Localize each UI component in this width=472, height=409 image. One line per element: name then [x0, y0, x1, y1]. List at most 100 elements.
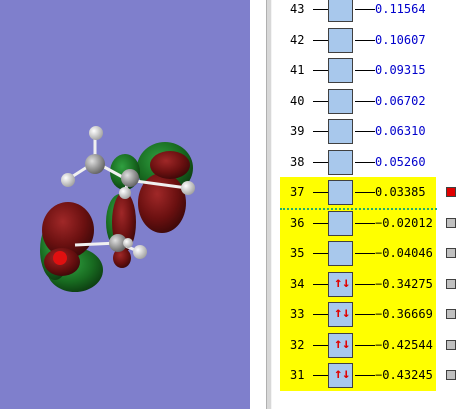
level-line: [355, 161, 375, 163]
orbital-level-box[interactable]: [328, 0, 353, 22]
level-line: [313, 9, 328, 10]
spin-down-arrow-icon: ↓: [342, 366, 351, 382]
orbital-level-box[interactable]: ↑ ↓: [328, 271, 353, 297]
orbital-number: 35: [290, 246, 305, 260]
orbital-energy: −0.02012: [375, 215, 433, 230]
level-line: [355, 70, 375, 71]
level-line: [355, 100, 375, 102]
orbital-row[interactable]: 36 −0.02012: [280, 207, 472, 239]
orbital-row[interactable]: 39 0.06310: [280, 116, 472, 147]
orbital-level-box[interactable]: ↑ ↓: [328, 302, 353, 327]
orbital-row[interactable]: 43 0.11564: [280, 0, 472, 25]
level-line: [313, 375, 328, 376]
orbital-row[interactable]: 41 0.09315: [280, 55, 472, 86]
hydrogen-atom: [181, 181, 195, 195]
orbital-row[interactable]: 32 ↑ ↓ −0.42544: [280, 329, 472, 361]
spin-down-arrow-icon: ↓: [342, 274, 351, 291]
orbital-energy: −0.36669: [375, 307, 433, 321]
orbital-energy: 0.05260: [375, 154, 426, 169]
level-line: [313, 344, 328, 346]
orbital-energy: −0.04046: [375, 246, 433, 260]
orbital-energy: −0.43245: [375, 368, 433, 382]
orbital-select-checkbox[interactable]: [446, 278, 456, 289]
spin-down-arrow-icon: ↓: [342, 335, 351, 352]
orbital-row[interactable]: 42 0.10607: [280, 25, 472, 56]
level-line: [355, 39, 375, 41]
orbital-number: 40: [290, 93, 305, 108]
orbital-row[interactable]: 31 ↑ ↓ −0.43245: [280, 360, 472, 391]
level-line: [355, 375, 375, 376]
orbital-energy: −0.42544: [375, 337, 433, 352]
orbital-number: 33: [290, 307, 305, 321]
orbital-row[interactable]: 38 0.05260: [280, 147, 472, 178]
orbital-level-box[interactable]: [328, 149, 353, 175]
orbital-level-box[interactable]: [328, 88, 353, 114]
level-line: [313, 253, 328, 254]
level-line: [355, 344, 375, 346]
carbon-atom: [121, 169, 139, 187]
molecule-3d-viewport[interactable]: [0, 0, 250, 409]
orbital-number: 39: [290, 124, 305, 138]
orbital-select-checkbox[interactable]: [446, 217, 456, 228]
level-line: [313, 70, 328, 71]
spin-down-arrow-icon: ↓: [342, 305, 351, 321]
level-line: [355, 253, 375, 254]
level-line: [355, 192, 375, 193]
orbital-level-box[interactable]: ↑ ↓: [328, 332, 353, 358]
orbital-row[interactable]: 37 0.03385: [280, 177, 472, 208]
orbital-level-box[interactable]: [328, 58, 353, 83]
orbital-select-checkbox[interactable]: [446, 309, 456, 319]
hydrogen-atom: [119, 187, 131, 199]
hydrogen-atom: [123, 238, 133, 248]
orbital-row[interactable]: 34 ↑ ↓ −0.34275: [280, 268, 472, 300]
level-line: [313, 131, 328, 132]
orbital-number: 36: [290, 215, 305, 230]
orbital-level-box[interactable]: [328, 119, 353, 144]
orbital-level-box[interactable]: [328, 27, 353, 53]
orbital-lobe-red: [150, 151, 190, 179]
level-line: [355, 131, 375, 132]
orbital-energy: 0.06310: [375, 124, 426, 138]
orbital-node-red: [53, 251, 67, 265]
level-line: [355, 314, 375, 315]
level-line: [313, 283, 328, 285]
orbital-level-box[interactable]: [328, 180, 353, 205]
level-line: [313, 314, 328, 315]
orbital-select-checkbox[interactable]: [446, 339, 456, 350]
level-line: [313, 192, 328, 193]
orbital-level-box[interactable]: ↑ ↓: [328, 363, 353, 388]
orbital-number: 32: [290, 337, 305, 352]
orbital-row[interactable]: 35 −0.04046: [280, 238, 472, 269]
orbital-row[interactable]: 40 0.06702: [280, 86, 472, 117]
orbital-number: 41: [290, 63, 305, 77]
homo-lumo-separator: [280, 208, 437, 210]
orbital-number: 43: [290, 2, 305, 16]
orbital-row[interactable]: 33 ↑ ↓ −0.36669: [280, 299, 472, 330]
orbital-energy: 0.10607: [375, 32, 426, 47]
level-line: [355, 9, 375, 10]
orbital-number: 42: [290, 32, 305, 47]
orbital-energy: 0.11564: [375, 2, 426, 16]
orbital-energy: 0.03385: [375, 185, 426, 199]
orbital-selected-checkbox[interactable]: [446, 187, 456, 197]
level-line: [355, 222, 375, 224]
level-line: [313, 161, 328, 163]
carbon-atom: [85, 154, 105, 174]
orbital-number: 37: [290, 185, 305, 199]
hydrogen-atom: [61, 173, 75, 187]
orbital-energy-list[interactable]: 43 0.11564 42 0.10607 41 0.09315 40 0.06702 39 0.…: [272, 0, 472, 409]
orbital-number: 31: [290, 368, 305, 382]
hydrogen-atom: [133, 245, 147, 259]
orbital-select-checkbox[interactable]: [446, 370, 456, 380]
orbital-select-checkbox[interactable]: [446, 248, 456, 258]
orbital-number: 38: [290, 154, 305, 169]
hydrogen-atom: [89, 126, 103, 140]
level-line: [313, 100, 328, 102]
orbital-energy: 0.06702: [375, 93, 426, 108]
orbital-level-box[interactable]: [328, 241, 353, 266]
orbital-level-box[interactable]: [328, 210, 353, 236]
level-line: [355, 283, 375, 285]
molecular-orbital-render: [40, 126, 195, 292]
orbital-energy: −0.34275: [375, 276, 433, 291]
level-line: [313, 39, 328, 41]
